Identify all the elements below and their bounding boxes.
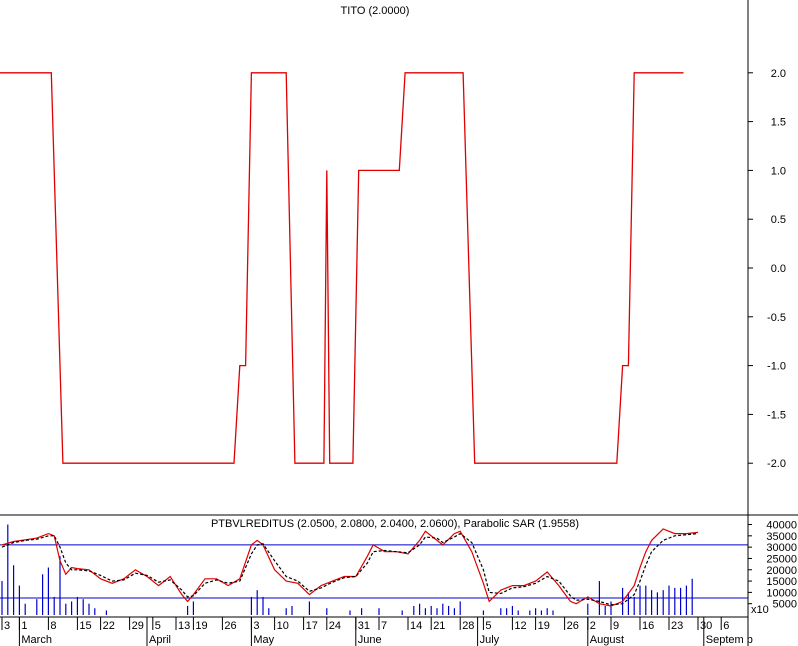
date-tick-label: 30	[700, 620, 712, 632]
tito-y-tick-label: 0.5	[771, 214, 786, 226]
date-tick-label: 19	[538, 620, 550, 632]
date-tick-label: 3	[4, 620, 10, 632]
month-label: May	[253, 634, 274, 646]
month-label: Septem b	[706, 634, 753, 646]
tito-y-tick-label: 1.5	[771, 117, 786, 129]
date-tick-label: 12	[514, 620, 526, 632]
date-tick-label: 1	[21, 620, 27, 632]
month-label: June	[358, 634, 382, 646]
tito-y-tick-label: -0.5	[767, 312, 786, 324]
ptbvl-y-tick-label: 15000	[766, 576, 797, 588]
ptbvl-y-tick-label: 40000	[766, 520, 797, 532]
month-label: July	[480, 634, 500, 646]
chart-background	[0, 0, 798, 646]
tito-y-tick-label: -1.0	[767, 361, 786, 373]
date-tick-label: 9	[613, 620, 619, 632]
date-tick-label: 13	[178, 620, 190, 632]
tito-y-tick-label: -1.5	[767, 409, 786, 421]
tito-y-tick-label: 1.0	[771, 165, 786, 177]
date-tick-label: 26	[224, 620, 236, 632]
date-tick-label: 5	[155, 620, 161, 632]
tito-y-tick-label: 2.0	[771, 68, 786, 80]
date-tick-label: 24	[329, 620, 341, 632]
date-tick-label: 8	[50, 620, 56, 632]
ptbvlreditus-title: PTBVLREDITUS (2.0500, 2.0800, 2.0400, 2.…	[211, 518, 579, 530]
ptbvl-y-tick-label: 35000	[766, 531, 797, 543]
tito-y-tick-label: 0.0	[771, 263, 786, 275]
date-tick-label: 5	[485, 620, 491, 632]
date-tick-label: 14	[410, 620, 422, 632]
month-label: April	[149, 634, 171, 646]
date-tick-label: 2	[590, 620, 596, 632]
date-tick-label: 6	[723, 620, 729, 632]
axis-multiplier: x10	[751, 604, 769, 616]
date-tick-label: 19	[195, 620, 207, 632]
month-label: March	[21, 634, 52, 646]
date-tick-label: 7	[381, 620, 387, 632]
date-tick-label: 23	[671, 620, 683, 632]
date-tick-label: 29	[132, 620, 144, 632]
date-tick-label: 22	[103, 620, 115, 632]
month-label: August	[590, 634, 624, 646]
tito-title: TITO (2.0000)	[341, 5, 410, 17]
ptbvl-y-tick-label: 30000	[766, 542, 797, 554]
chart-canvas: TITO (2.0000) 2.0 1.5 1.0 0.5 0.0 -0.5 -1.0 -1.…	[0, 0, 798, 646]
date-tick-label: 31	[358, 620, 370, 632]
date-tick-label: 21	[433, 620, 445, 632]
ptbvl-y-tick-label: 25000	[766, 553, 797, 565]
ptbvl-y-tick-label: 20000	[766, 565, 797, 577]
tito-y-tick-label: -2.0	[767, 458, 786, 470]
date-tick-label: 3	[253, 620, 259, 632]
date-tick-label: 28	[462, 620, 474, 632]
ptbvl-y-tick-label: 10000	[766, 587, 797, 599]
date-tick-label: 10	[277, 620, 289, 632]
date-tick-label: 15	[79, 620, 91, 632]
date-tick-label: 16	[642, 620, 654, 632]
ptbvl-y-tick-label: 5000	[773, 599, 797, 611]
date-tick-label: 17	[306, 620, 318, 632]
date-tick-label: 26	[567, 620, 579, 632]
